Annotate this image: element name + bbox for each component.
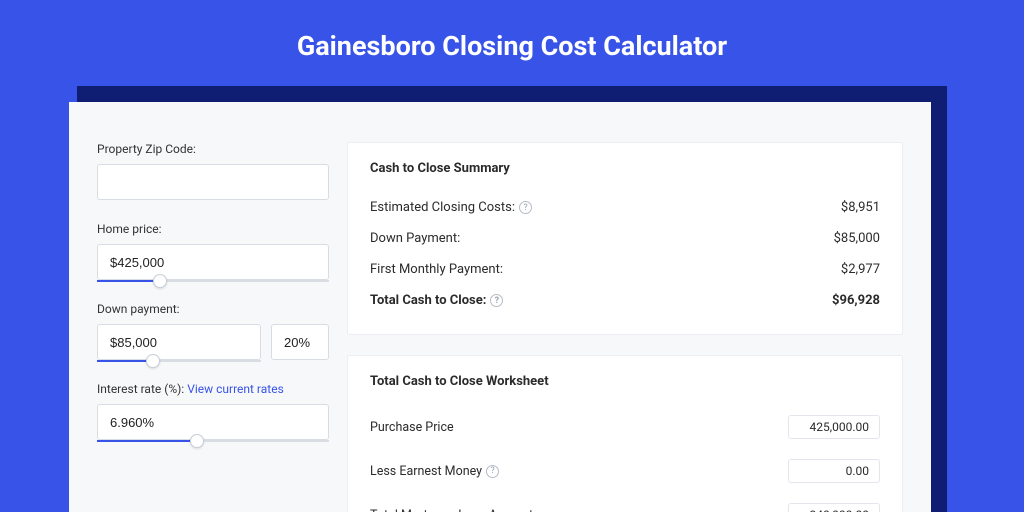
info-icon[interactable]: ? [490, 294, 503, 307]
summary-label: Down Payment: [370, 231, 460, 246]
down-payment-label: Down payment: [97, 302, 329, 316]
summary-value: $2,977 [841, 262, 880, 277]
summary-total-label: Total Cash to Close: [370, 293, 486, 308]
worksheet-label: Purchase Price [370, 420, 454, 435]
summary-row-down-payment: Down Payment: $85,000 [370, 223, 880, 254]
worksheet-value: 425,000.00 [788, 415, 880, 439]
zip-input[interactable] [97, 164, 329, 200]
slider-thumb[interactable] [190, 434, 204, 448]
slider-fill [97, 280, 153, 282]
worksheet-row-purchase-price: Purchase Price 425,000.00 [370, 405, 880, 449]
worksheet-row-earnest-money: Less Earnest Money ? 0.00 [370, 449, 880, 493]
worksheet-row-mortgage-loan: Total Mortgage Loan Amount 340,000.00 [370, 493, 880, 512]
input-form: Property Zip Code: Home price: Down paym… [97, 142, 329, 512]
slider-thumb[interactable] [146, 354, 160, 368]
summary-total-value: $96,928 [832, 293, 880, 308]
worksheet-value: 340,000.00 [788, 503, 880, 512]
interest-rate-input[interactable] [97, 404, 329, 440]
worksheet-value: 0.00 [788, 459, 880, 483]
summary-row-total: Total Cash to Close: ? $96,928 [370, 285, 880, 316]
worksheet-heading: Total Cash to Close Worksheet [370, 374, 880, 389]
summary-value: $85,000 [834, 231, 880, 246]
results-column: Cash to Close Summary Estimated Closing … [347, 142, 903, 512]
field-down-payment: Down payment: [97, 302, 329, 360]
interest-rate-label: Interest rate (%): View current rates [97, 382, 329, 396]
worksheet-label: Less Earnest Money [370, 464, 482, 479]
summary-row-first-monthly: First Monthly Payment: $2,977 [370, 254, 880, 285]
home-price-input[interactable] [97, 244, 329, 280]
field-interest-rate: Interest rate (%): View current rates [97, 382, 329, 440]
summary-label: First Monthly Payment: [370, 262, 503, 277]
view-current-rates-link[interactable]: View current rates [187, 382, 284, 396]
summary-row-closing-costs: Estimated Closing Costs: ? $8,951 [370, 192, 880, 223]
panel-shadow: Property Zip Code: Home price: Down paym… [77, 86, 947, 512]
summary-value: $8,951 [841, 200, 880, 215]
down-payment-pct-input[interactable] [271, 324, 329, 360]
slider-fill [97, 360, 146, 362]
field-zip: Property Zip Code: [97, 142, 329, 200]
home-price-label: Home price: [97, 222, 329, 236]
home-price-slider[interactable] [97, 244, 329, 280]
interest-rate-slider[interactable] [97, 404, 329, 440]
summary-label: Estimated Closing Costs: [370, 200, 515, 215]
slider-fill [97, 440, 190, 442]
worksheet-card: Total Cash to Close Worksheet Purchase P… [347, 355, 903, 512]
worksheet-label: Total Mortgage Loan Amount [370, 508, 533, 512]
down-payment-slider[interactable] [97, 324, 261, 360]
field-home-price: Home price: [97, 222, 329, 280]
interest-rate-label-text: Interest rate (%): [97, 382, 184, 396]
down-payment-input[interactable] [97, 324, 261, 360]
page-title: Gainesboro Closing Cost Calculator [0, 0, 1024, 86]
slider-thumb[interactable] [153, 274, 167, 288]
info-icon[interactable]: ? [519, 201, 532, 214]
summary-card: Cash to Close Summary Estimated Closing … [347, 142, 903, 335]
info-icon[interactable]: ? [486, 465, 499, 478]
summary-heading: Cash to Close Summary [370, 161, 880, 176]
zip-label: Property Zip Code: [97, 142, 329, 156]
calculator-panel: Property Zip Code: Home price: Down paym… [69, 102, 931, 512]
